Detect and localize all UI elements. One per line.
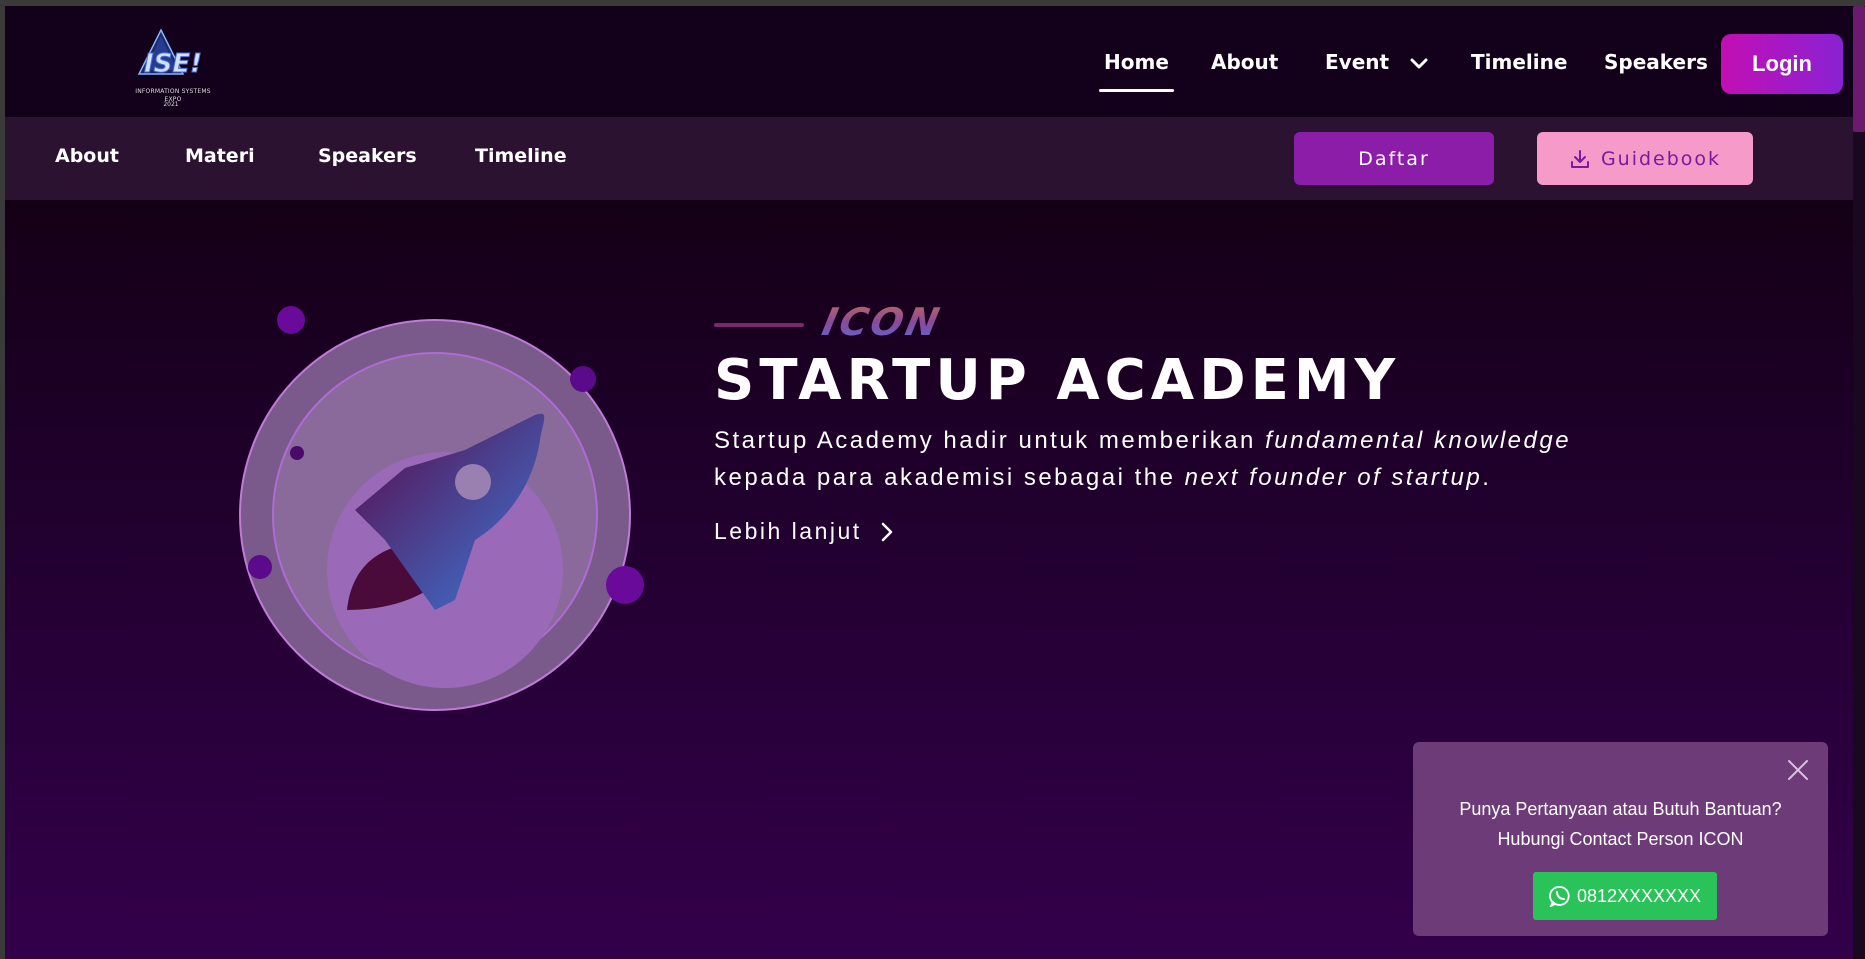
subnav-materi[interactable]: Materi	[185, 145, 255, 167]
sub-navbar: About Materi Speakers Timeline Daftar Gu…	[5, 117, 1853, 200]
help-line-2: Hubungi Contact Person ICON	[1497, 829, 1744, 849]
guidebook-label: Guidebook	[1600, 147, 1722, 170]
daftar-button[interactable]: Daftar	[1294, 132, 1494, 185]
nav-timeline[interactable]: Timeline	[1471, 50, 1567, 80]
logo-year: 2021	[163, 101, 179, 108]
nav-event-label: Event	[1325, 50, 1390, 74]
guidebook-button[interactable]: Guidebook	[1537, 132, 1753, 185]
help-line-1: Punya Pertanyaan atau Butuh Bantuan?	[1459, 799, 1782, 819]
nav-about[interactable]: About	[1211, 50, 1278, 80]
whatsapp-phone: 0812XXXXXXX	[1576, 885, 1702, 906]
whatsapp-icon	[1549, 886, 1570, 907]
scrollbar-track[interactable]	[1853, 6, 1865, 959]
hero-desc-emphasis1: fundamental knowledge	[1265, 427, 1572, 454]
nav-event[interactable]: Event	[1325, 50, 1428, 80]
icon-brand-word: ICON	[818, 300, 946, 344]
chevron-right-icon	[881, 522, 892, 541]
whatsapp-contact-button[interactable]: 0812XXXXXXX	[1533, 872, 1717, 920]
logo-mark-icon: ISE!	[137, 28, 203, 80]
subnav-about[interactable]: About	[55, 145, 119, 167]
hero-desc-end: .	[1482, 464, 1492, 491]
nav-speakers[interactable]: Speakers	[1604, 50, 1708, 80]
scrollbar-thumb[interactable]	[1853, 6, 1865, 132]
hero-desc-part2: kepada para akademisi sebagai the	[714, 464, 1185, 491]
logo-mark-text: ISE!	[144, 49, 202, 79]
hero-description: Startup Academy hadir untuk memberikan f…	[714, 422, 1714, 496]
download-icon	[1570, 149, 1589, 168]
top-navbar: ISE! INFORMATION SYSTEMS EXPO 2021 Home …	[5, 6, 1853, 117]
rocket-illustration	[239, 306, 644, 711]
accent-line	[714, 323, 804, 327]
close-icon[interactable]	[1786, 758, 1810, 782]
subnav-timeline[interactable]: Timeline	[475, 145, 567, 167]
hero-desc-emphasis2: next founder of startup	[1184, 464, 1483, 491]
learn-more-label: Lebih lanjut	[714, 518, 862, 544]
nav-home[interactable]: Home	[1104, 50, 1169, 80]
login-button[interactable]: Login	[1721, 34, 1843, 94]
learn-more-link[interactable]: Lebih lanjut	[714, 518, 894, 545]
nav-active-indicator	[1099, 89, 1174, 92]
subnav-speakers[interactable]: Speakers	[318, 145, 417, 167]
help-message: Punya Pertanyaan atau Butuh Bantuan? Hub…	[1413, 794, 1828, 854]
chevron-down-icon	[1410, 58, 1428, 68]
page-title: STARTUP ACADEMY	[714, 348, 1401, 413]
hero-desc-part1: Startup Academy hadir untuk memberikan	[714, 427, 1266, 454]
contact-help-card: Punya Pertanyaan atau Butuh Bantuan? Hub…	[1413, 742, 1828, 936]
site-logo[interactable]: ISE! INFORMATION SYSTEMS EXPO 2021	[125, 26, 217, 110]
